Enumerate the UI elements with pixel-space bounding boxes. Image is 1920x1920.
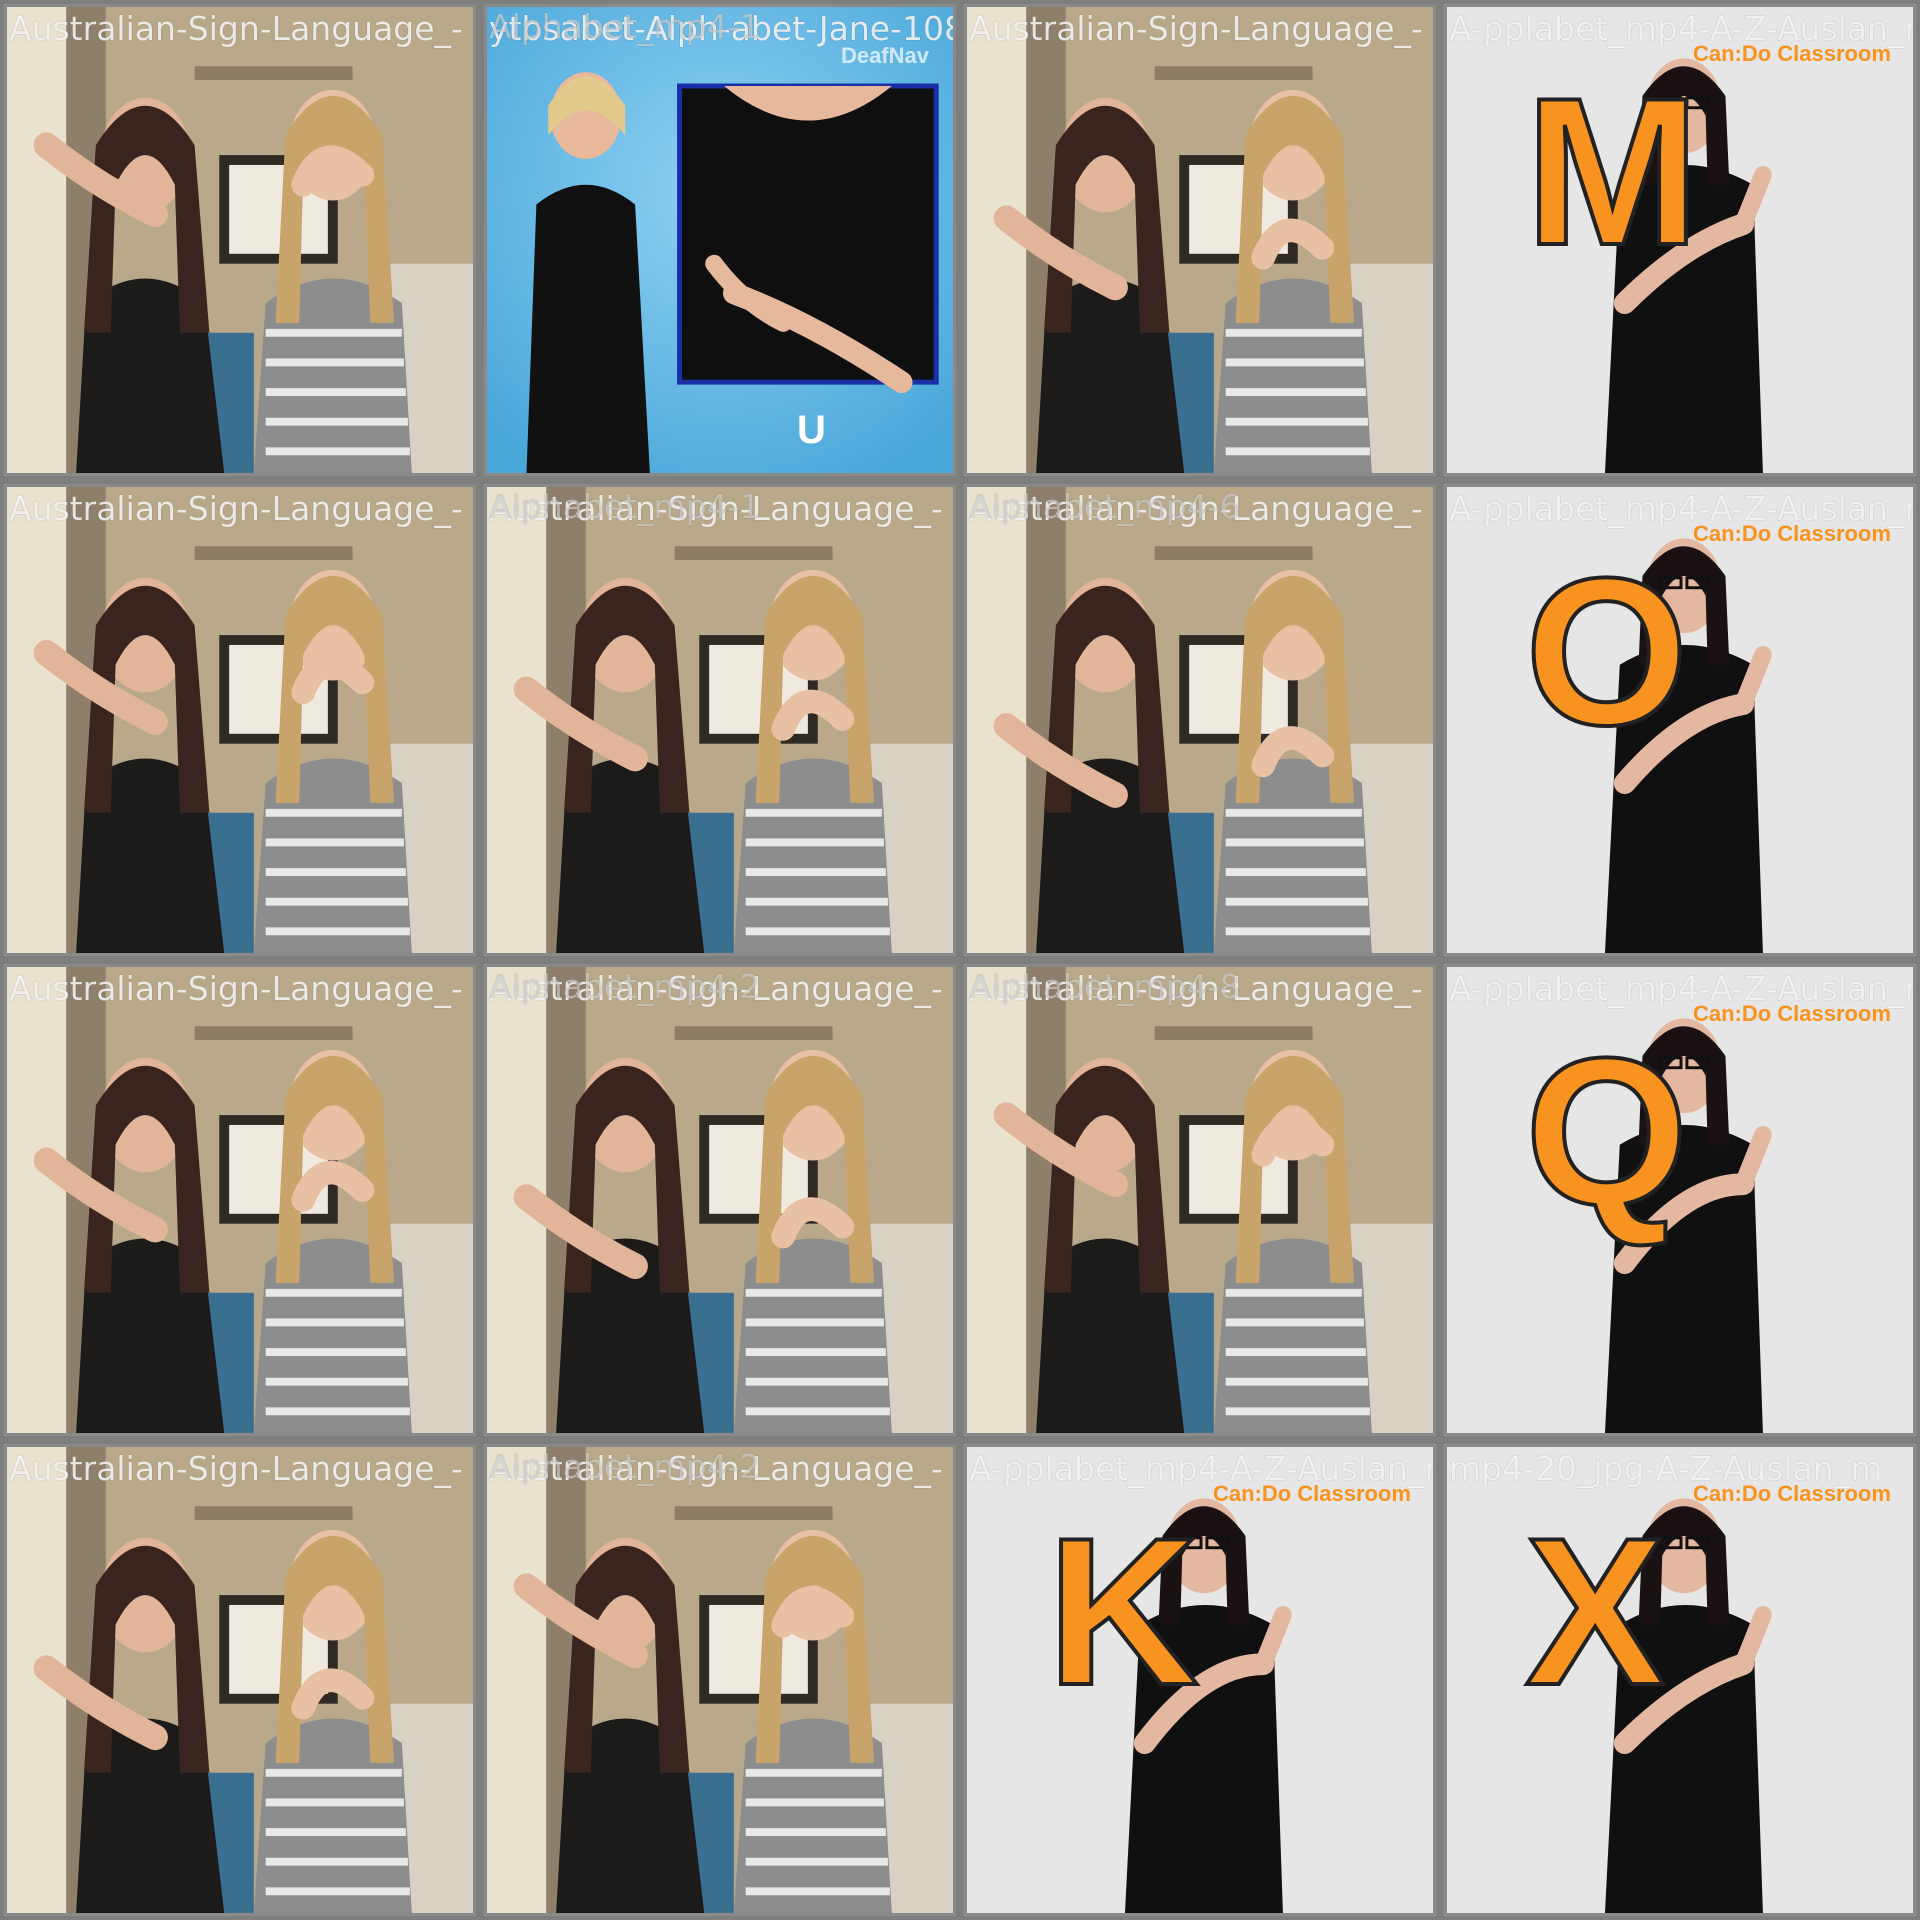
sign-letter: U [797, 408, 826, 452]
photo-thumbnail [487, 7, 953, 473]
brand-logo: Can:Do Classroom [1692, 41, 1891, 66]
sign-letter: O [1523, 534, 1690, 769]
grid-tile: Australian-Sign-Language_- [4, 964, 476, 1436]
photo-thumbnail [7, 7, 473, 473]
brand-logo: Can:Do Classroom [1692, 521, 1891, 546]
sign-letter: X [1523, 1494, 1667, 1729]
sign-letter: K [1045, 1494, 1201, 1729]
grid-tile: Australian-Sign-Language_- [4, 484, 476, 956]
photo-thumbnail [1447, 1447, 1913, 1913]
grid-tile: X Can:Do Classroom mp4-20_jpg-A-Z-Auslan_m [1444, 1444, 1916, 1916]
photo-thumbnail [487, 1447, 953, 1913]
grid-tile: Australian-Sign-Language_- Alphabet_mp4-2 [484, 1444, 956, 1916]
sign-letter: M [1523, 54, 1702, 289]
photo-thumbnail [7, 967, 473, 1433]
brand-logo: Can:Do Classroom [1212, 1481, 1411, 1506]
grid-tile: UDeafNavytbsabet-Alph-abet-Jane-1080p_mp… [484, 4, 956, 476]
grid-tile: Australian-Sign-Language_- Alphabet_mp4-8 [964, 964, 1436, 1436]
brand-logo: Can:Do Classroom [1692, 1001, 1891, 1026]
photo-thumbnail [967, 487, 1433, 953]
grid-tile: Australian-Sign-Language_- Alphabet_mp4-1 [484, 484, 956, 956]
grid-tile: Australian-Sign-Language_- [964, 4, 1436, 476]
photo-thumbnail [487, 487, 953, 953]
watermark-logo: DeafNav [840, 43, 929, 68]
grid-tile: Australian-Sign-Language_- [4, 4, 476, 476]
sign-letter: Q [1523, 1014, 1690, 1249]
photo-thumbnail [967, 7, 1433, 473]
image-grid: Australian-Sign-Language_- U DeafNav ytbsa… [0, 0, 1920, 1920]
photo-thumbnail [7, 1447, 473, 1913]
grid-tile: M Can:Do Classroom A-pplabet_mp4-A-Z-Ausla… [1444, 4, 1916, 476]
grid-tile: Australian-Sign-Language_- [4, 1444, 476, 1916]
grid-tile: Q Can:Do Classroom A-pplabet_mp4-A-Z-Ausla… [1444, 964, 1916, 1436]
brand-logo: Can:Do Classroom [1692, 1481, 1891, 1506]
photo-thumbnail [487, 967, 953, 1433]
photo-thumbnail [967, 1447, 1433, 1913]
grid-tile: O Can:Do Classroom A-pplabet_mp4-A-Z-Ausla… [1444, 484, 1916, 956]
photo-thumbnail [967, 967, 1433, 1433]
grid-tile: Australian-Sign-Language_- Alphabet_mp4-2 [484, 964, 956, 1436]
grid-tile: Australian-Sign-Language_- Alphabet_mp4-6 [964, 484, 1436, 956]
photo-thumbnail [7, 487, 473, 953]
grid-tile: K Can:Do Classroom A-pplabet_mp4-A-Z-Ausla… [964, 1444, 1436, 1916]
